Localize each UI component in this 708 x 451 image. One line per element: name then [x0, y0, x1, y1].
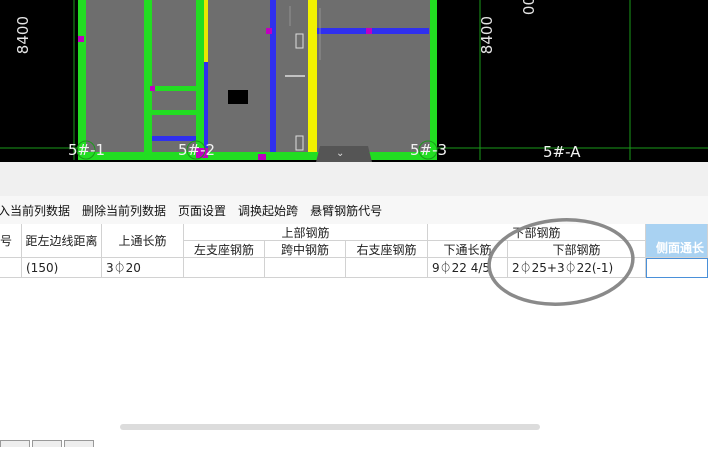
column-header[interactable]: 号	[0, 224, 22, 258]
delete-column-data-button[interactable]: 删除当前列数据	[76, 202, 172, 219]
dimension-label: 8400	[14, 16, 32, 55]
sheet-tabs	[0, 432, 120, 447]
sheet-tab[interactable]	[0, 440, 30, 447]
horizontal-scrollbar[interactable]	[120, 424, 540, 430]
insert-column-data-button[interactable]: 入当前列数据	[0, 202, 76, 219]
column-header[interactable]: 侧面通长	[646, 224, 708, 258]
dimension-label: 00	[520, 0, 538, 16]
table-cell[interactable]	[346, 258, 428, 278]
rebar-table: 号 距左边线距离 上通长筋 上部钢筋 左支座钢筋 跨中钢筋 右支座钢筋 下部钢筋…	[0, 224, 708, 280]
table-cell[interactable]: 2⏀25+3⏀22(-1)	[508, 258, 646, 278]
table-cell[interactable]	[0, 258, 22, 278]
column-group-header: 上部钢筋	[184, 224, 428, 241]
table-cell[interactable]: 9⏀22 4/5	[428, 258, 508, 278]
column-header[interactable]: 跨中钢筋	[265, 241, 346, 258]
cad-canvas	[0, 0, 708, 162]
column-header[interactable]: 左支座钢筋	[184, 241, 265, 258]
table-cell[interactable]: (150)	[22, 258, 102, 278]
axis-label: 5#-1	[68, 141, 106, 159]
table-empty-area	[0, 280, 708, 438]
axis-label: 5#-2	[178, 141, 216, 159]
column-header[interactable]: 距左边线距离	[22, 224, 102, 258]
column-header[interactable]: 右支座钢筋	[346, 241, 428, 258]
sheet-tab[interactable]	[64, 440, 94, 447]
sheet-tab[interactable]	[32, 440, 62, 447]
cantilever-rebar-code-button[interactable]: 悬臂钢筋代号	[304, 202, 388, 219]
page-settings-button[interactable]: 页面设置	[172, 202, 232, 219]
column-header[interactable]: 下部钢筋	[508, 241, 646, 258]
table-toolbar: 入当前列数据 删除当前列数据 页面设置 调换起始跨 悬臂钢筋代号	[0, 196, 708, 225]
axis-label: 5#-3	[410, 141, 448, 159]
table-cell[interactable]: 3⏀20	[102, 258, 184, 278]
chevron-down-icon[interactable]: ⌄	[336, 148, 344, 159]
swap-start-span-button[interactable]: 调换起始跨	[232, 202, 304, 219]
table-cell[interactable]	[265, 258, 346, 278]
column-header[interactable]: 下通长筋	[428, 241, 508, 258]
column-group-header: 下部钢筋	[428, 224, 646, 241]
axis-label: 5#-A	[543, 143, 581, 161]
column-header[interactable]: 上通长筋	[102, 224, 184, 258]
cad-drawing-view[interactable]: 8400 8400 00 5#-1 5#-2 5#-3 5#-A ⌄	[0, 0, 708, 162]
panel-separator	[0, 162, 708, 196]
dimension-label: 8400	[478, 16, 496, 55]
table-cell-selected[interactable]	[646, 258, 708, 278]
table-cell[interactable]	[184, 258, 265, 278]
